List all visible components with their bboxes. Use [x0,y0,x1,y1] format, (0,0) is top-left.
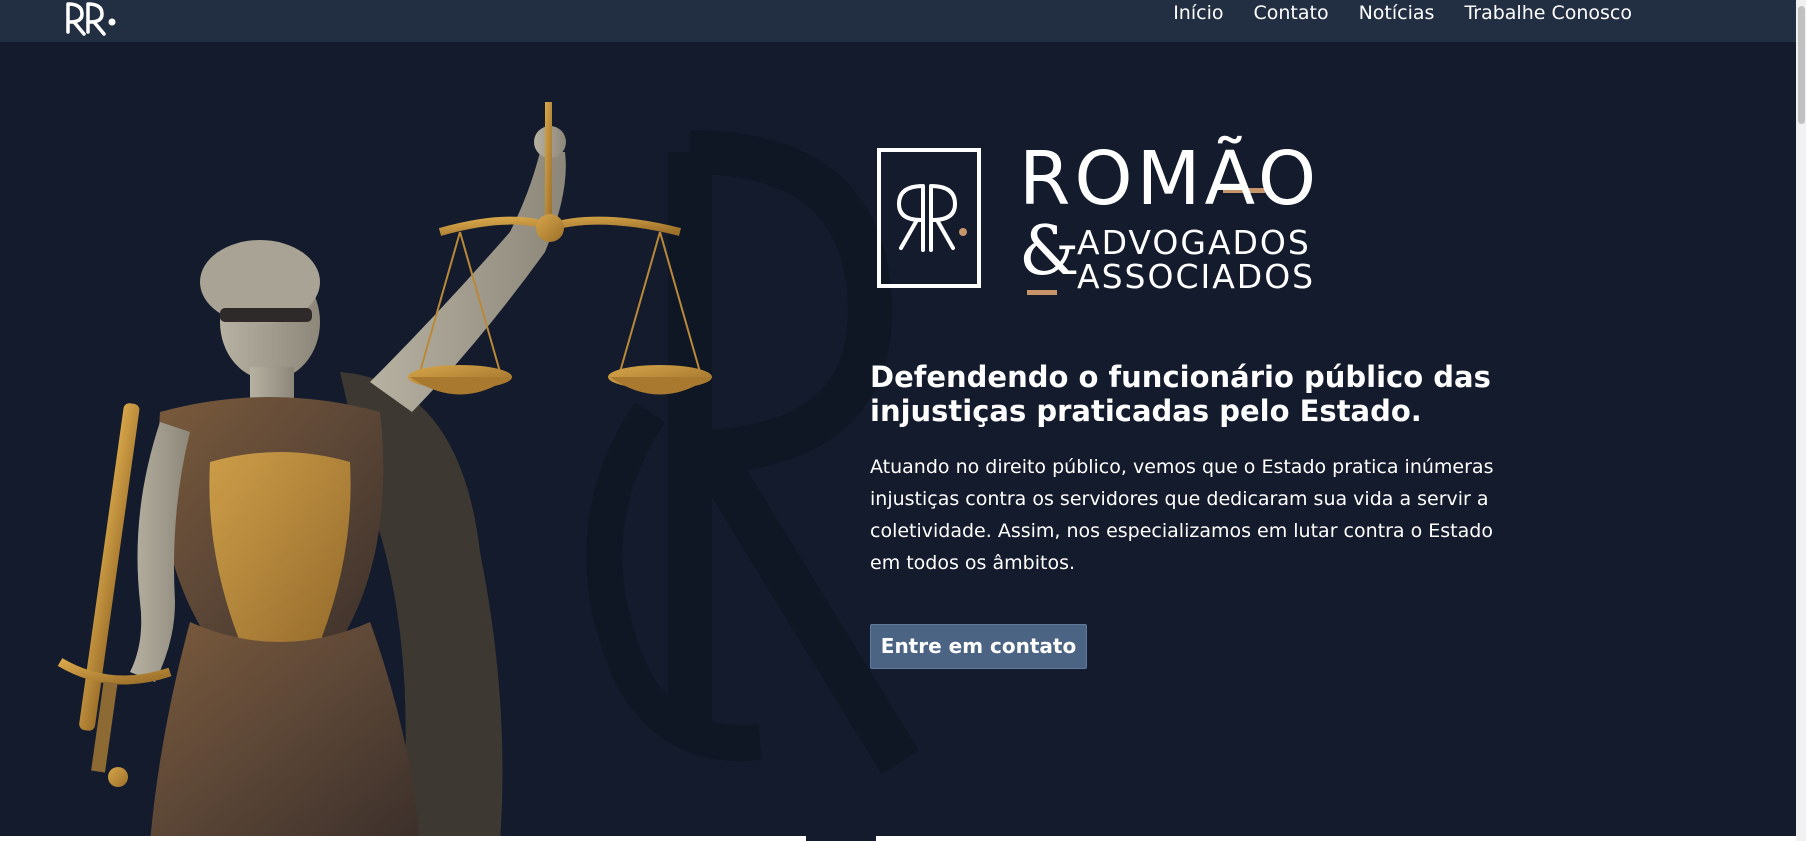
lady-justice-statue-image [57,102,712,836]
hero-section: ROMÃO & ADVOGADOS ASSOCIADOS Defendendo … [0,42,1796,836]
page-scrollbar[interactable] [1796,0,1806,841]
contact-cta-button[interactable]: Entre em contato [870,624,1087,669]
brand-logo-icon[interactable] [64,0,120,38]
page: Início Contato Notícias Trabalhe Conosco [0,0,1806,841]
logo-subtitle: ADVOGADOS ASSOCIADOS [1077,226,1315,294]
section-divider-notch [806,834,876,841]
logo-ampersand: & [1019,212,1080,291]
logo-firm-name: ROMÃO [1019,136,1321,222]
logo-accent-bar-bottom [1027,290,1057,295]
firm-logo: ROMÃO & ADVOGADOS ASSOCIADOS [877,136,1347,295]
logo-subtitle-line-2: ASSOCIADOS [1077,257,1316,296]
hero-headline: Defendendo o funcionário público das inj… [870,360,1491,428]
nav-link-contato[interactable]: Contato [1253,2,1328,24]
nav-link-noticias[interactable]: Notícias [1359,2,1435,24]
next-section-edge [0,836,1796,841]
scrollbar-thumb[interactable] [1798,6,1805,124]
logo-monogram-box [877,148,981,288]
rr-monogram-icon [896,184,967,252]
hero-description: Atuando no direito público, vemos que o … [870,456,1494,574]
top-navigation-bar: Início Contato Notícias Trabalhe Conosco [0,0,1796,42]
nav-link-inicio[interactable]: Início [1173,2,1223,24]
main-nav: Início Contato Notícias Trabalhe Conosco [1173,0,1632,26]
nav-link-trabalhe-conosco[interactable]: Trabalhe Conosco [1464,2,1632,24]
logo-subtitle-line-1: ADVOGADOS [1077,223,1311,262]
